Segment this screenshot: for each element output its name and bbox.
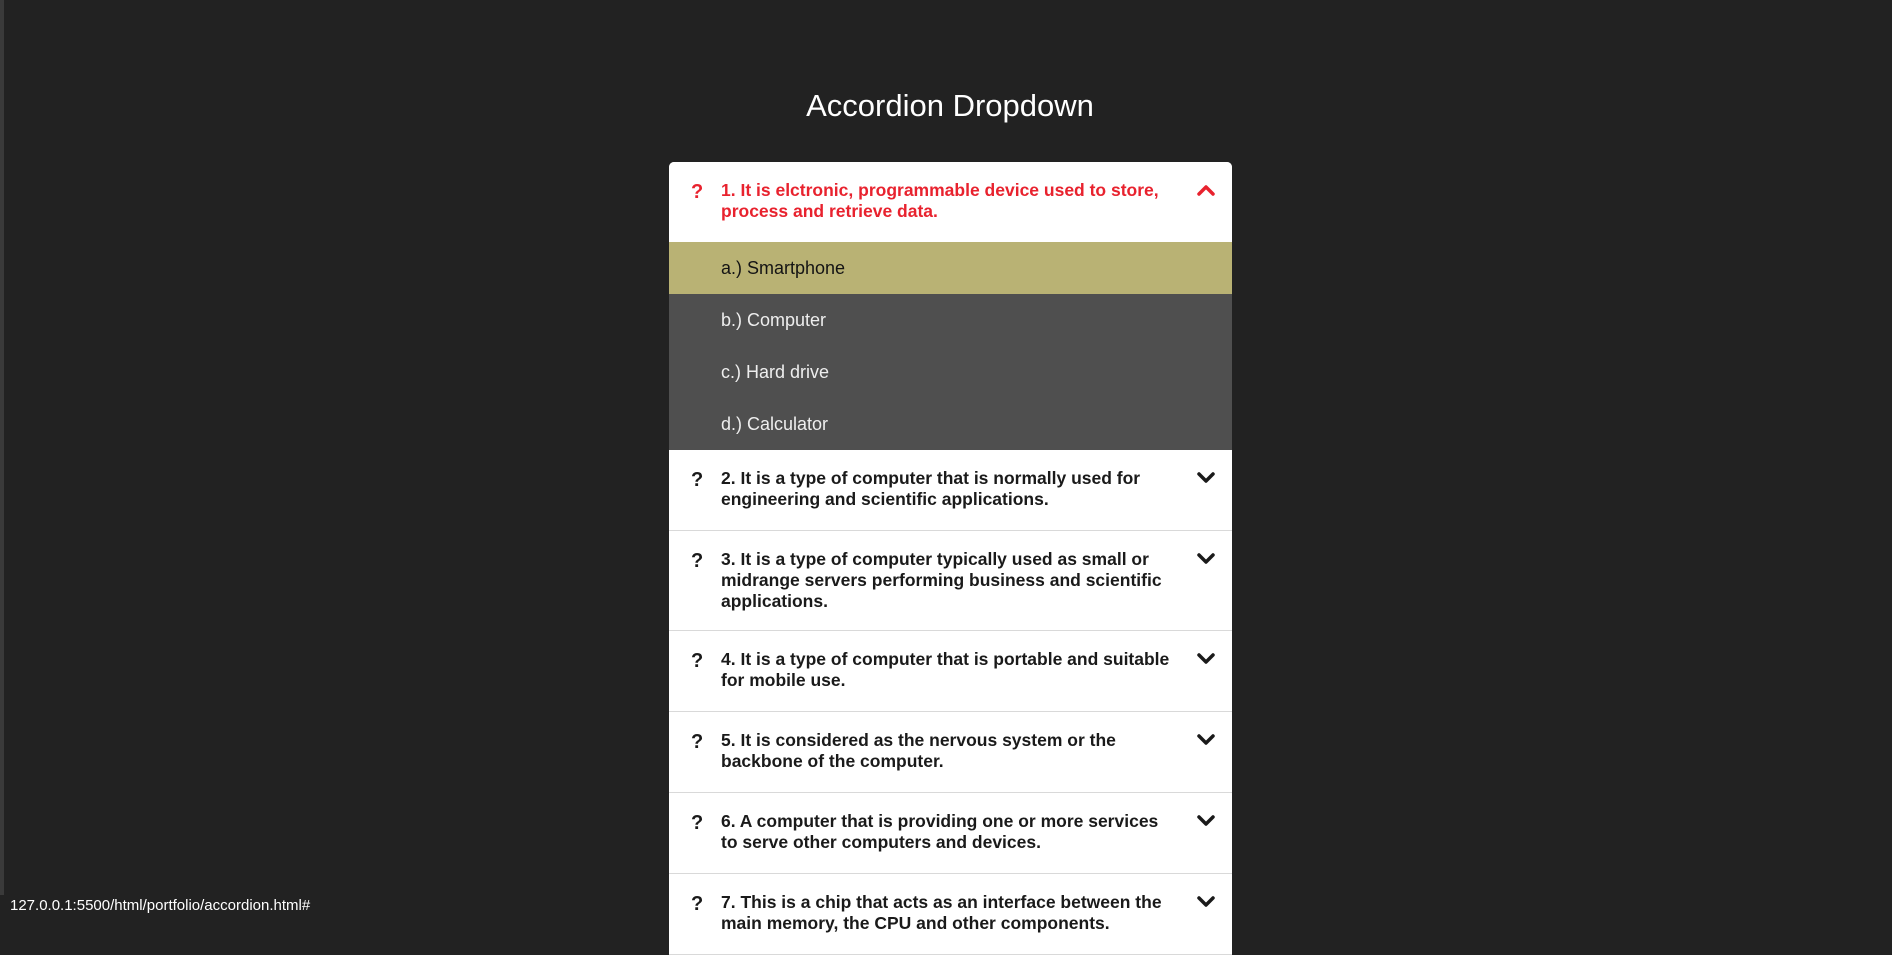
window-edge <box>0 0 4 917</box>
status-bar-url: 127.0.0.1:5500/html/portfolio/accordion.… <box>0 895 317 917</box>
question-mark-icon: ? <box>691 893 704 915</box>
accordion-item-3: ? 3. It is a type of computer typically … <box>669 531 1232 631</box>
question-text: 3. It is a type of computer typically us… <box>721 549 1162 611</box>
question-text: 6. A computer that is providing one or m… <box>721 811 1159 852</box>
accordion-header-2[interactable]: ? 2. It is a type of computer that is no… <box>669 450 1232 530</box>
accordion-header-4[interactable]: ? 4. It is a type of computer that is po… <box>669 631 1232 711</box>
question-mark-icon: ? <box>691 812 704 834</box>
question-mark-icon: ? <box>691 650 704 672</box>
question-mark-icon: ? <box>691 469 704 491</box>
question-text: 5. It is considered as the nervous syste… <box>721 730 1116 771</box>
chevron-down-icon[interactable] <box>1196 470 1216 486</box>
chevron-down-icon[interactable] <box>1196 894 1216 910</box>
answer-list: a.) Smartphone b.) Computer c.) Hard dri… <box>669 242 1232 450</box>
chevron-down-icon[interactable] <box>1196 813 1216 829</box>
accordion-header-7[interactable]: ? 7. This is a chip that acts as an inte… <box>669 874 1232 954</box>
question-text: 1. It is elctronic, programmable device … <box>721 180 1159 221</box>
question-text: 7. This is a chip that acts as an interf… <box>721 892 1162 933</box>
question-text: 4. It is a type of computer that is port… <box>721 649 1170 690</box>
accordion-header-6[interactable]: ? 6. A computer that is providing one or… <box>669 793 1232 873</box>
question-mark-icon: ? <box>691 731 704 753</box>
accordion-header-3[interactable]: ? 3. It is a type of computer typically … <box>669 531 1232 630</box>
accordion-item-1: ? 1. It is elctronic, programmable devic… <box>669 162 1232 450</box>
accordion-header-1[interactable]: ? 1. It is elctronic, programmable devic… <box>669 162 1232 242</box>
question-mark-icon: ? <box>691 181 704 203</box>
chevron-up-icon[interactable] <box>1196 182 1216 198</box>
accordion-item-4: ? 4. It is a type of computer that is po… <box>669 631 1232 712</box>
accordion-item-5: ? 5. It is considered as the nervous sys… <box>669 712 1232 793</box>
accordion-header-5[interactable]: ? 5. It is considered as the nervous sys… <box>669 712 1232 792</box>
accordion-item-2: ? 2. It is a type of computer that is no… <box>669 450 1232 531</box>
answer-option-d[interactable]: d.) Calculator <box>669 398 1232 450</box>
accordion: ? 1. It is elctronic, programmable devic… <box>669 162 1232 955</box>
question-mark-icon: ? <box>691 550 704 572</box>
accordion-item-6: ? 6. A computer that is providing one or… <box>669 793 1232 874</box>
chevron-down-icon[interactable] <box>1196 551 1216 567</box>
answer-option-a[interactable]: a.) Smartphone <box>669 242 1232 294</box>
chevron-down-icon[interactable] <box>1196 651 1216 667</box>
page-title: Accordion Dropdown <box>806 88 1094 123</box>
answer-option-c[interactable]: c.) Hard drive <box>669 346 1232 398</box>
answer-option-b[interactable]: b.) Computer <box>669 294 1232 346</box>
accordion-item-7: ? 7. This is a chip that acts as an inte… <box>669 874 1232 955</box>
chevron-down-icon[interactable] <box>1196 732 1216 748</box>
question-text: 2. It is a type of computer that is norm… <box>721 468 1141 509</box>
